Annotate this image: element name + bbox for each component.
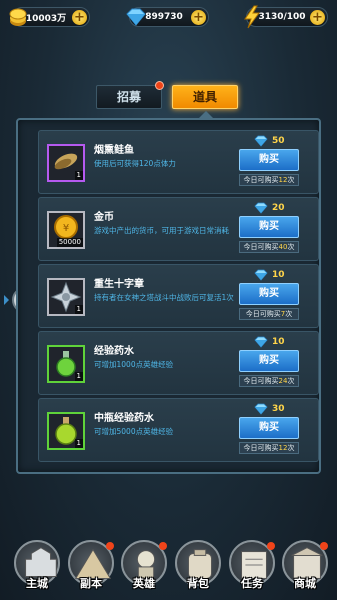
- item-description: 游戏中产出的货币，可用于游戏日常消耗: [94, 226, 229, 235]
- nav-label: 商城: [294, 577, 316, 590]
- shop-item: 1 烟熏鲑鱼使用后可获得120点体力 50 购买今日可购买12次: [38, 130, 319, 194]
- limit-prefix: 今日可购买: [243, 176, 279, 184]
- buy-button[interactable]: 购买: [239, 417, 299, 439]
- item-name: 经验药水: [94, 346, 134, 357]
- gold-coin-icon[interactable]: ¥50000: [47, 211, 85, 249]
- item-price: 10: [253, 335, 313, 349]
- nav-alert-dot: [159, 542, 167, 550]
- diamond-icon: [253, 400, 269, 419]
- buy-button[interactable]: 购买: [239, 149, 299, 171]
- limit-prefix: 今日可购买: [243, 377, 279, 385]
- shop-item: 1 中瓶经验药水可增加5000点英雄经验 30 购买今日可购买12次: [38, 398, 319, 462]
- item-name: 金币: [94, 212, 114, 223]
- shop-panel: 1 烟熏鲑鱼 使用后可获得120点体力 50 购买 今日可购买12次 ¥50000 金币 游戏中…: [16, 111, 321, 474]
- nav-quest-scroll[interactable]: 任务: [227, 538, 277, 596]
- limit-prefix: 今日可购买: [243, 243, 279, 251]
- daily-limit: 今日可购买24次: [239, 375, 299, 387]
- item-quantity: 1: [74, 439, 83, 448]
- smoked-salmon-icon[interactable]: 1: [47, 144, 85, 182]
- gold-counter: 10003万 +: [9, 7, 90, 27]
- buy-button[interactable]: 购买: [239, 350, 299, 372]
- svg-text:¥: ¥: [63, 223, 69, 234]
- gold-coin-icon: [9, 8, 27, 26]
- add-energy-button[interactable]: +: [310, 10, 325, 25]
- shop-item: ¥50000 金币游戏中产出的货币，可用于游戏日常消耗 20 购买今日可购买40次: [38, 197, 319, 261]
- item-price: 10: [253, 268, 313, 282]
- exp-potion-medium-icon[interactable]: 1: [47, 412, 85, 450]
- item-price: 50: [253, 134, 313, 148]
- diamond-icon: [253, 132, 269, 151]
- daily-limit: 今日可购买12次: [239, 442, 299, 454]
- add-gold-button[interactable]: +: [72, 10, 87, 25]
- item-name: 烟熏鲑鱼: [94, 145, 134, 156]
- daily-limit: 今日可购买12次: [239, 174, 299, 186]
- limit-suffix: 次: [287, 176, 295, 184]
- nav-label: 副本: [80, 577, 102, 590]
- nav-label: 任务: [241, 577, 263, 590]
- diamond-icon: [253, 199, 269, 218]
- cross-medal-icon[interactable]: 1: [47, 278, 85, 316]
- limit-prefix: 今日可购买: [243, 444, 279, 452]
- nav-alert-dot: [106, 542, 114, 550]
- nav-castle[interactable]: 主城: [12, 538, 62, 596]
- item-quantity: 1: [74, 372, 83, 381]
- limit-suffix: 次: [285, 310, 293, 318]
- price-value: 30: [272, 404, 285, 414]
- gem-counter: 899730 +: [126, 7, 209, 27]
- energy-counter: 3130/100 +: [244, 5, 328, 29]
- tab-recruit[interactable]: 招募: [96, 85, 162, 109]
- exp-potion-icon[interactable]: 1: [47, 345, 85, 383]
- resource-bar: 10003万 + 899730 + 3130/100 +: [0, 0, 337, 34]
- item-description: 使用后可获得120点体力: [94, 159, 176, 168]
- nav-mountain[interactable]: 副本: [66, 538, 116, 596]
- nav-label: 背包: [187, 577, 209, 590]
- buy-button[interactable]: 购买: [239, 216, 299, 238]
- nav-backpack[interactable]: 背包: [173, 538, 223, 596]
- item-description: 持有者在女神之塔战斗中战败后可复活1次: [94, 293, 234, 302]
- bottom-nav: 主城 副本 英雄 背包 任务 商城: [0, 538, 337, 600]
- nav-label: 主城: [26, 577, 48, 590]
- item-quantity: 1: [74, 171, 83, 180]
- nav-alert-dot: [267, 542, 275, 550]
- item-description: 可增加5000点英雄经验: [94, 427, 174, 436]
- daily-limit: 今日可购买7次: [239, 308, 299, 320]
- buy-button[interactable]: 购买: [239, 283, 299, 305]
- price-value: 10: [272, 270, 285, 280]
- item-description: 可增加1000点英雄经验: [94, 360, 174, 369]
- item-name: 中瓶经验药水: [94, 413, 154, 424]
- price-value: 10: [272, 337, 285, 347]
- item-price: 20: [253, 201, 313, 215]
- limit-suffix: 次: [287, 243, 295, 251]
- limit-prefix: 今日可购买: [245, 310, 281, 318]
- shop-item: 1 重生十字章持有者在女神之塔战斗中战败后可复活1次 10 购买今日可购买7次: [38, 264, 319, 328]
- recruit-alert-dot: [155, 81, 164, 90]
- tab-items[interactable]: 道具: [172, 85, 238, 109]
- add-gem-button[interactable]: +: [191, 10, 206, 25]
- shop-item-list: 1 烟熏鲑鱼 使用后可获得120点体力 50 购买 今日可购买12次 ¥50000 金币 游戏中…: [38, 130, 319, 465]
- nav-label: 英雄: [133, 577, 155, 590]
- item-quantity: 50000: [56, 238, 83, 247]
- nav-hero[interactable]: 英雄: [119, 538, 169, 596]
- limit-suffix: 次: [287, 444, 295, 452]
- lightning-icon: [244, 5, 260, 29]
- diamond-icon: [253, 333, 269, 352]
- diamond-icon: [126, 8, 146, 26]
- nav-shop[interactable]: 商城: [280, 538, 330, 596]
- limit-suffix: 次: [287, 377, 295, 385]
- daily-limit: 今日可购买40次: [239, 241, 299, 253]
- item-quantity: 1: [74, 305, 83, 314]
- item-price: 30: [253, 402, 313, 416]
- price-value: 50: [272, 136, 285, 146]
- item-name: 重生十字章: [94, 279, 144, 290]
- nav-alert-dot: [320, 542, 328, 550]
- diamond-icon: [253, 266, 269, 285]
- price-value: 20: [272, 203, 285, 213]
- shop-item: 1 经验药水可增加1000点英雄经验 10 购买今日可购买24次: [38, 331, 319, 395]
